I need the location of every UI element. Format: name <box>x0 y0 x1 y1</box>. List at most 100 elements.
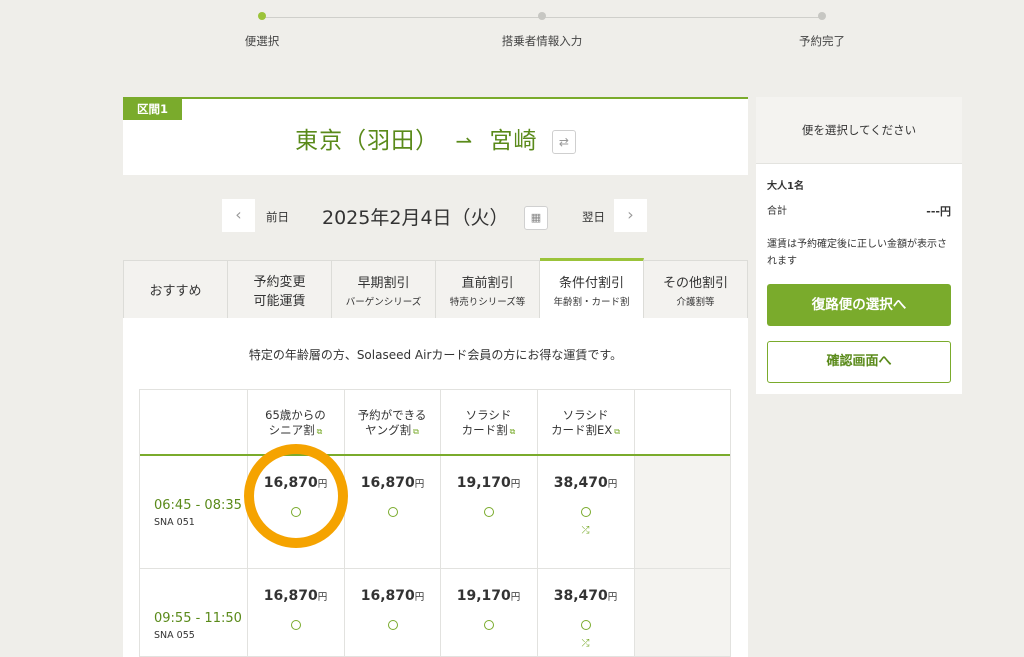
header-line2-wrap: カード割EX ⧉ <box>551 423 620 438</box>
summary-header: 便を選択してください <box>756 97 962 164</box>
tab-last-minute[interactable]: 直前割引 特売りシリーズ等 <box>436 261 540 318</box>
yen-unit: 円 <box>414 592 425 603</box>
tab-sublabel: 年齢割・カード割 <box>553 296 630 308</box>
passenger-count: 大人1名 <box>767 181 804 192</box>
total-label: 合計 <box>767 206 787 217</box>
empty-column <box>634 456 730 656</box>
shuffle-icon: ⤮ <box>581 525 590 536</box>
fare-cell[interactable]: 38,470円 ⤮ <box>537 588 634 649</box>
fare-price: 16,870円 <box>344 588 441 604</box>
external-link-icon[interactable]: ⧉ <box>510 427 516 436</box>
tab-label: その他割引 <box>662 275 728 291</box>
fare-price: 19,170円 <box>440 588 537 604</box>
step-dot <box>258 12 266 20</box>
fare-price: 38,470円 <box>537 475 634 491</box>
calendar-icon[interactable]: ▦ <box>524 206 548 230</box>
step-dot <box>538 12 546 20</box>
header-line2: シニア割 <box>268 422 315 437</box>
fare-cell[interactable]: 38,470円 ⤮ <box>537 475 634 536</box>
header-line2-wrap: シニア割 ⧉ <box>269 423 323 438</box>
tab-recommended[interactable]: おすすめ <box>124 261 228 318</box>
fare-price: 16,870円 <box>247 588 344 604</box>
header-line2-wrap: ヤング割 ⧉ <box>365 423 419 438</box>
availability-circle-icon[interactable] <box>387 620 398 630</box>
column-divider <box>634 390 635 656</box>
flight-number: SNA 055 <box>154 630 195 641</box>
tab-sublabel: 介護割等 <box>676 296 715 308</box>
fare-tabs: おすすめ 予約変更 可能運賃 早期割引 バーゲンシリーズ 直前割引 特売りシリー… <box>123 258 748 318</box>
availability-circle-icon[interactable] <box>290 507 301 517</box>
total-value: ---円 <box>926 205 951 218</box>
route-title: 東京（羽田） ⇀ 宮崎 ⇄ <box>123 121 748 155</box>
yen-unit: 円 <box>607 479 618 490</box>
step-flight-select: 便選択 <box>182 12 342 49</box>
header-line1: ソラシド <box>562 407 609 422</box>
fare-cell[interactable]: 16,870円 <box>247 475 344 517</box>
availability-circle-icon[interactable] <box>483 620 494 630</box>
date-navigation: ‹ 前日 2025年2月4日（火） ▦ 翌日 › <box>222 199 652 233</box>
progress-steps: 便選択 搭乗者情報入力 予約完了 <box>0 0 1024 60</box>
tab-changeable[interactable]: 予約変更 可能運賃 <box>228 261 332 318</box>
header-divider <box>140 454 730 456</box>
next-day-label[interactable]: 翌日 <box>582 209 605 225</box>
fare-cell[interactable]: 19,170円 <box>440 475 537 517</box>
tab-other-discount[interactable]: その他割引 介護割等 <box>644 261 747 318</box>
external-link-icon[interactable]: ⧉ <box>614 427 620 436</box>
flight-time: 09:55 - 11:50 <box>154 611 242 626</box>
swap-route-button[interactable]: ⇄ <box>551 129 576 154</box>
price-value: 16,870 <box>263 588 318 604</box>
yen-unit: 円 <box>317 592 328 603</box>
select-return-flight-button[interactable]: 復路便の選択へ <box>767 284 951 326</box>
step-label: 便選択 <box>244 34 280 48</box>
current-date: 2025年2月4日（火） <box>322 207 509 229</box>
price-value: 16,870 <box>360 588 415 604</box>
step-label: 搭乗者情報入力 <box>501 34 583 48</box>
fare-header-senior: 65歳からの シニア割 ⧉ <box>247 390 344 455</box>
price-value: 16,870 <box>360 475 415 491</box>
destination-airport: 宮崎 <box>489 128 538 154</box>
tab-conditional-discount[interactable]: 条件付割引 年齢割・カード割 <box>540 258 644 318</box>
tab-label: 早期割引 <box>357 275 410 291</box>
step-label: 予約完了 <box>799 34 845 48</box>
price-value: 38,470 <box>553 588 608 604</box>
confirm-screen-button[interactable]: 確認画面へ <box>767 341 951 383</box>
availability-circle-icon[interactable] <box>483 507 494 517</box>
header-line2: カード割 <box>461 422 508 437</box>
external-link-icon[interactable]: ⧉ <box>317 427 323 436</box>
fare-header-young: 予約ができる ヤング割 ⧉ <box>344 390 440 455</box>
route-card: 区間1 東京（羽田） ⇀ 宮崎 ⇄ <box>123 97 748 175</box>
prev-day-label[interactable]: 前日 <box>266 209 289 225</box>
flight-number: SNA 051 <box>154 517 195 528</box>
prev-day-button[interactable]: ‹ <box>222 199 255 232</box>
section-tag: 区間1 <box>123 99 183 120</box>
yen-unit: 円 <box>510 479 521 490</box>
availability-circle-icon[interactable] <box>580 507 591 517</box>
fare-cell[interactable]: 16,870円 <box>344 588 441 630</box>
booking-summary: 便を選択してください 大人1名 合計 ---円 運賃は予約確定後に正しい金額が表… <box>756 97 962 394</box>
price-value: 19,170 <box>456 475 511 491</box>
fare-cell[interactable]: 16,870円 <box>344 475 441 517</box>
fare-note: 運賃は予約確定後に正しい金額が表示されます <box>767 239 947 267</box>
fare-table: 65歳からの シニア割 ⧉ 予約ができる ヤング割 ⧉ ソラシド カード割 ⧉ ソラシ… <box>139 389 731 657</box>
header-line1: 65歳からの <box>265 407 326 422</box>
price-value: 19,170 <box>456 588 511 604</box>
origin-airport: 東京（羽田） <box>295 128 440 154</box>
fare-price: 38,470円 <box>537 588 634 604</box>
availability-circle-icon[interactable] <box>580 620 591 630</box>
fare-cell[interactable]: 16,870円 <box>247 588 344 630</box>
availability-circle-icon[interactable] <box>387 507 398 517</box>
yen-unit: 円 <box>317 479 328 490</box>
external-link-icon[interactable]: ⧉ <box>413 427 419 436</box>
next-day-button[interactable]: › <box>614 199 647 232</box>
step-dot <box>818 12 826 20</box>
fare-cell[interactable]: 19,170円 <box>440 588 537 630</box>
yen-unit: 円 <box>414 479 425 490</box>
shuffle-icon: ⤮ <box>581 638 590 649</box>
row-divider <box>140 568 730 569</box>
tab-label: 直前割引 <box>461 275 514 291</box>
tab-early-discount[interactable]: 早期割引 バーゲンシリーズ <box>332 261 436 318</box>
tab-label-line2: 可能運賃 <box>253 293 306 309</box>
fare-price: 19,170円 <box>440 475 537 491</box>
availability-circle-icon[interactable] <box>290 620 301 630</box>
header-line1: ソラシド <box>465 407 512 422</box>
